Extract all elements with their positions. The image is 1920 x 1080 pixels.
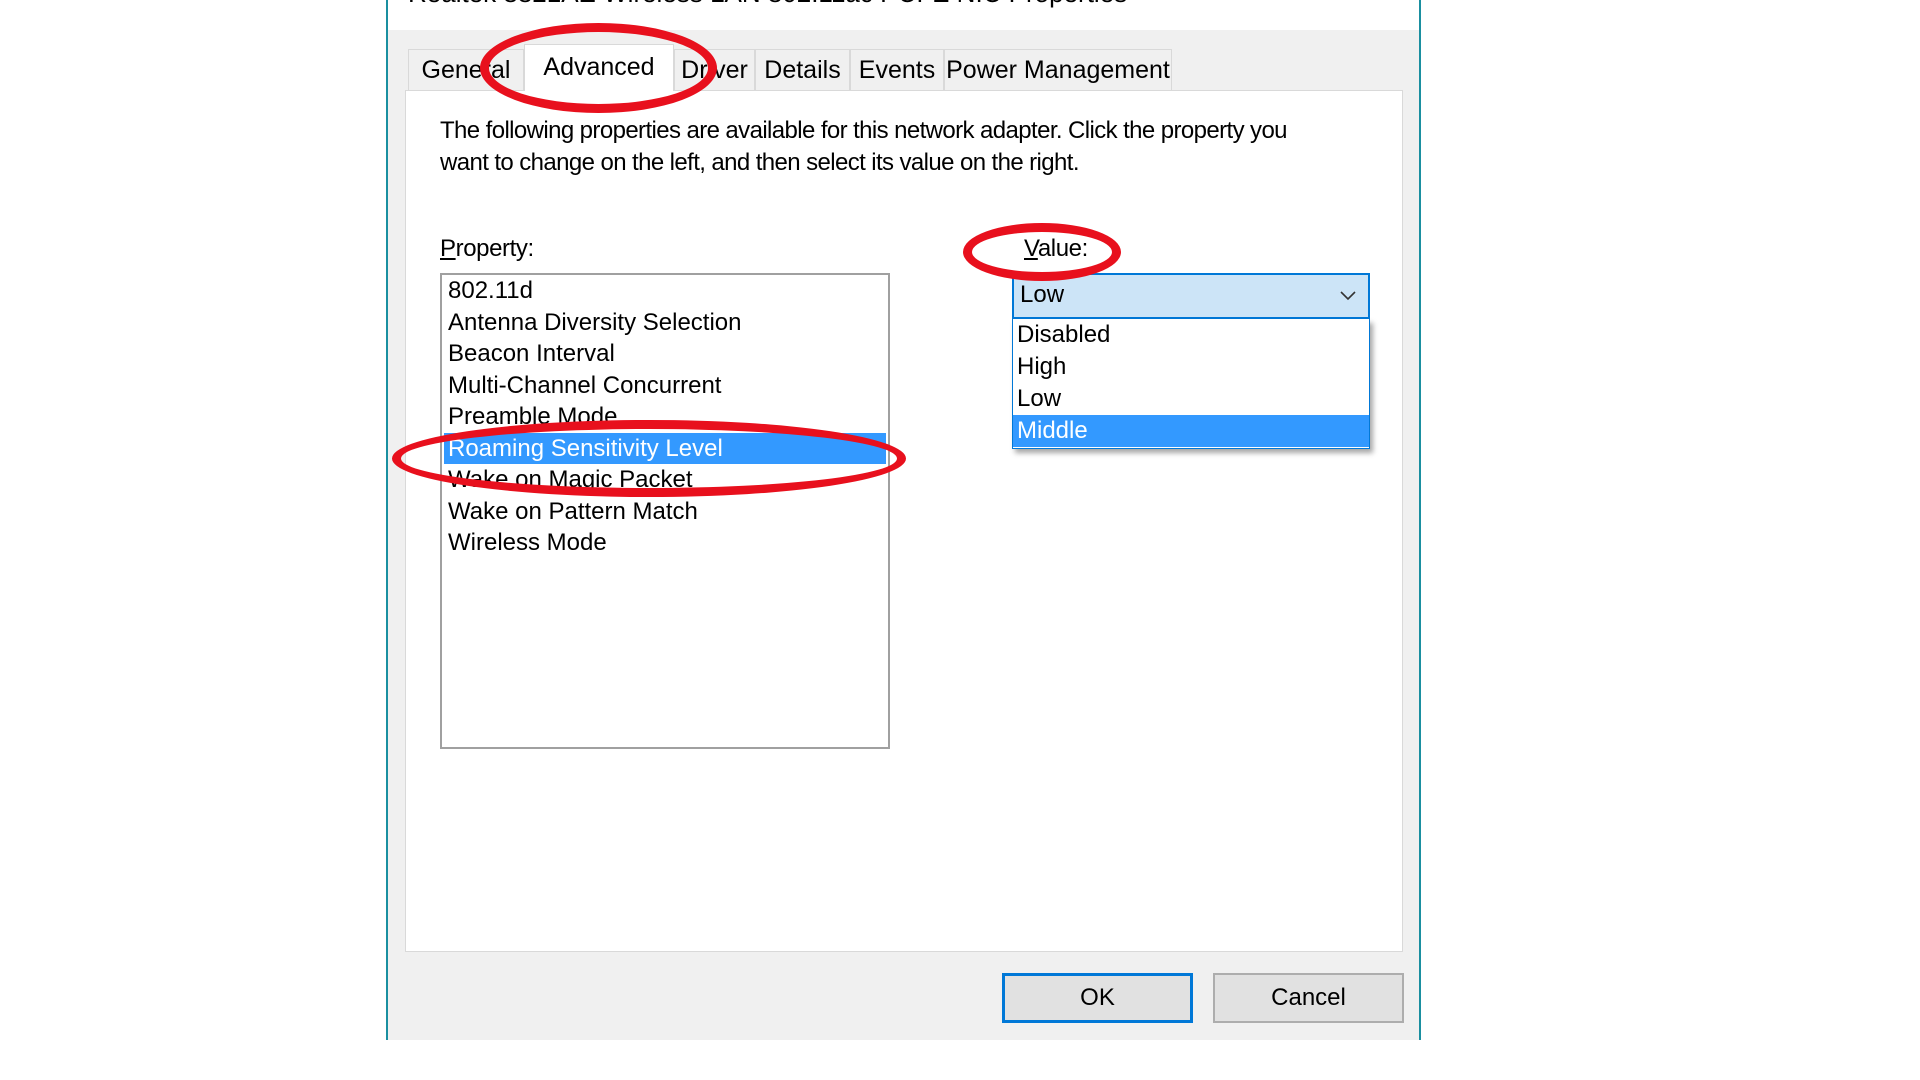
property-item[interactable]: Beacon Interval: [442, 338, 888, 370]
tab-general[interactable]: General: [408, 49, 524, 90]
property-label-mnemonic: P: [440, 235, 456, 262]
value-option[interactable]: Disabled: [1013, 319, 1369, 351]
ok-button[interactable]: OK: [1002, 973, 1193, 1023]
value-option[interactable]: Low: [1013, 383, 1369, 415]
tab-advanced[interactable]: Advanced: [524, 44, 674, 91]
chevron-down-icon[interactable]: [1338, 287, 1358, 303]
advanced-tab-panel: The following properties are available f…: [405, 90, 1403, 952]
value-label: Value:: [1024, 235, 1088, 263]
cancel-button[interactable]: Cancel: [1213, 973, 1404, 1023]
property-item[interactable]: Antenna Diversity Selection: [442, 307, 888, 339]
tab-power-management[interactable]: Power Management: [944, 49, 1172, 90]
property-listbox[interactable]: 802.11d Antenna Diversity Selection Beac…: [440, 273, 890, 749]
property-item[interactable]: Wake on Magic Packet: [442, 464, 888, 496]
close-icon[interactable]: ×: [1361, 0, 1391, 6]
properties-dialog: Realtek 8821AE Wireless LAN 802.11ac PCI…: [386, 0, 1421, 1040]
tab-details[interactable]: Details: [755, 49, 850, 90]
property-item[interactable]: Preamble Mode: [442, 401, 888, 433]
property-item[interactable]: Wireless Mode: [442, 527, 888, 559]
value-dropdown-list[interactable]: Disabled High Low Middle: [1012, 319, 1370, 449]
property-item[interactable]: Wake on Pattern Match: [442, 496, 888, 528]
value-combobox-current: Low: [1020, 281, 1065, 308]
property-item-selected[interactable]: Roaming Sensitivity Level: [444, 432, 886, 464]
property-label: Property:: [440, 235, 534, 263]
property-item[interactable]: 802.11d: [442, 275, 888, 307]
value-label-text: alue:: [1037, 235, 1088, 262]
window-title: Realtek 8821AE Wireless LAN 802.11ac PCI…: [408, 0, 1127, 9]
value-label-mnemonic: V: [1024, 235, 1038, 262]
title-bar: Realtek 8821AE Wireless LAN 802.11ac PCI…: [388, 0, 1419, 30]
value-combobox[interactable]: Low: [1012, 273, 1370, 319]
tab-events[interactable]: Events: [850, 49, 944, 90]
property-label-text: roperty:: [455, 235, 535, 262]
value-option[interactable]: High: [1013, 351, 1369, 383]
description-text: The following properties are available f…: [440, 117, 1288, 176]
value-option-highlighted[interactable]: Middle: [1013, 415, 1369, 447]
tab-driver[interactable]: Driver: [674, 49, 755, 90]
property-item[interactable]: Multi-Channel Concurrent: [442, 370, 888, 402]
